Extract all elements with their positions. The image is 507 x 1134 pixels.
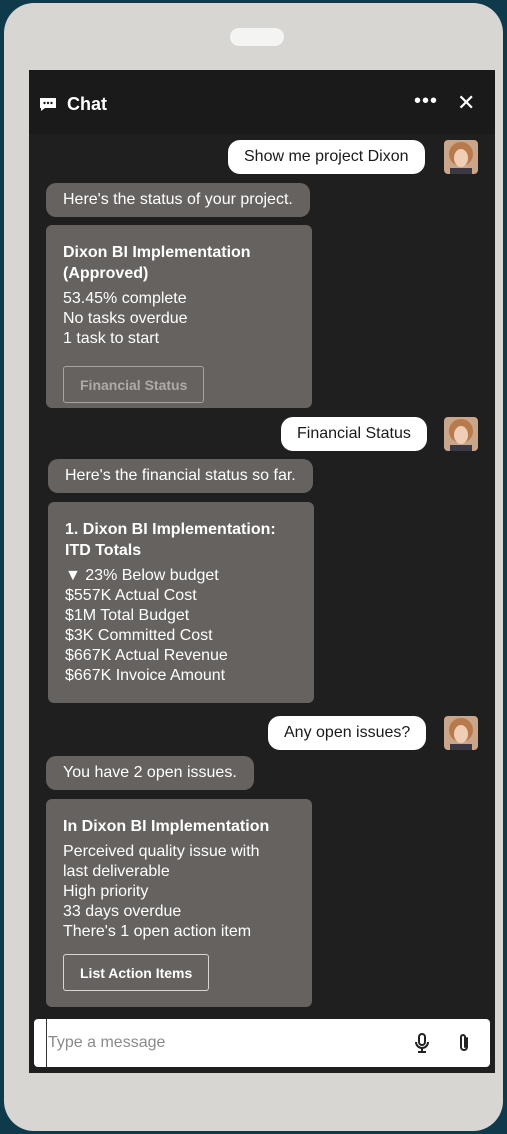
card-line: ▼ 23% Below budget — [65, 567, 219, 584]
user-avatar — [444, 716, 478, 750]
microphone-icon[interactable] — [414, 1032, 430, 1054]
paperclip-icon[interactable] — [456, 1032, 472, 1054]
user-message: Any open issues? — [268, 716, 427, 750]
financial-status-card: 1. Dixon BI Implementation: ITD Totals ▼… — [48, 502, 314, 703]
close-icon[interactable]: ✕ — [457, 92, 475, 114]
user-message: Show me project Dixon — [228, 140, 425, 174]
card-line: 33 days overdue — [63, 903, 182, 920]
ellipsis-icon[interactable]: ••• — [414, 90, 438, 113]
phone-frame: Chat ••• ✕ Show me project Dixon Here's … — [4, 3, 503, 1131]
financial-status-button[interactable]: Financial Status — [63, 366, 205, 403]
message-composer: Type a message — [34, 1019, 490, 1067]
card-line: $3K Committed Cost — [65, 627, 213, 644]
chat-title: Chat — [67, 94, 107, 114]
card-line: $1M Total Budget — [65, 607, 190, 624]
card-title: Dixon BI Implementation (Approved) — [63, 244, 251, 282]
user-avatar — [444, 417, 478, 451]
avatar-icon — [444, 716, 478, 750]
card-line: There's 1 open action item — [63, 923, 252, 940]
card-line: 53.45% complete — [63, 290, 187, 307]
card-title: 1. Dixon BI Implementation: ITD Totals — [65, 521, 276, 559]
project-status-card: Dixon BI Implementation (Approved) 53.45… — [46, 225, 312, 408]
avatar-icon — [444, 417, 478, 451]
chat-header: Chat ••• ✕ — [29, 70, 495, 134]
card-line: $667K Actual Revenue — [65, 647, 228, 664]
card-line: 1 task to start — [63, 330, 160, 347]
bot-message: Here's the financial status so far. — [48, 459, 313, 493]
avatar-icon — [444, 140, 478, 174]
user-message: Financial Status — [281, 417, 427, 451]
chat-screen: Chat ••• ✕ Show me project Dixon Here's … — [29, 70, 495, 1073]
card-title: In Dixon BI Implementation — [63, 818, 270, 835]
card-line: last deliverable — [63, 863, 170, 880]
card-line: $667K Invoice Amount — [65, 667, 226, 684]
card-line: $557K Actual Cost — [65, 587, 197, 604]
bot-message: You have 2 open issues. — [46, 756, 254, 790]
card-line: Perceived quality issue with — [63, 843, 260, 860]
card-line: No tasks overdue — [63, 310, 188, 327]
user-avatar — [444, 140, 478, 174]
open-issues-card: In Dixon BI Implementation Perceived qua… — [46, 799, 312, 1007]
chat-bubble-icon — [40, 98, 56, 111]
message-input[interactable]: Type a message — [46, 1019, 165, 1067]
bot-message: Here's the status of your project. — [46, 183, 310, 217]
phone-speaker — [230, 28, 284, 46]
card-line: High priority — [63, 883, 149, 900]
list-action-items-button[interactable]: List Action Items — [63, 954, 210, 991]
